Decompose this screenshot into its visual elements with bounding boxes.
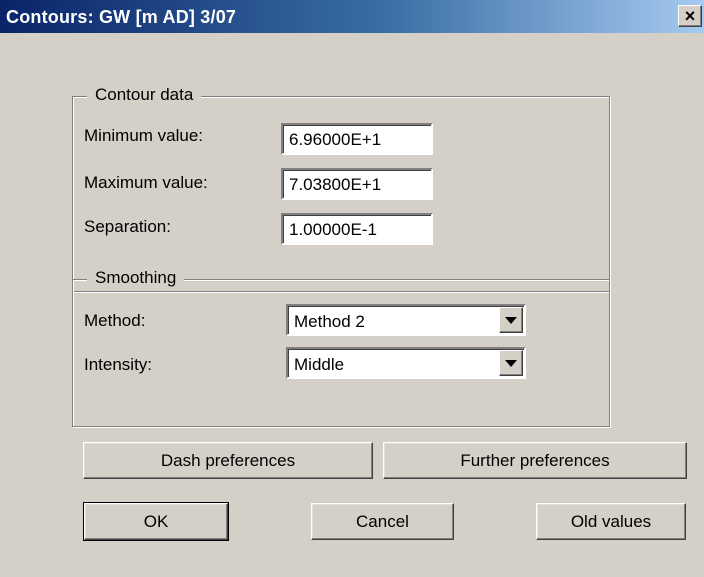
ok-button[interactable]: OK — [83, 502, 229, 541]
separation-field[interactable]: 1.00000E-1 — [281, 213, 433, 245]
maximum-value-label: Maximum value: — [84, 173, 208, 192]
title-bar: Contours: GW [m AD] 3/07 × — [0, 0, 704, 33]
method-dropdown-button[interactable] — [499, 307, 523, 333]
dialog-body: Contour data Minimum value: 6.96000E+1 M… — [0, 33, 704, 577]
window-title: Contours: GW [m AD] 3/07 — [6, 7, 237, 27]
intensity-label: Intensity: — [84, 355, 153, 374]
intensity-select[interactable]: Middle — [286, 347, 526, 379]
method-label: Method: — [84, 311, 146, 330]
method-value: Method 2 — [294, 312, 365, 331]
chevron-down-icon — [505, 359, 517, 367]
minimum-value-field[interactable]: 6.96000E+1 — [281, 123, 433, 155]
old-values-button[interactable]: Old values — [536, 503, 686, 540]
cancel-button[interactable]: Cancel — [311, 503, 454, 540]
intensity-value: Middle — [294, 355, 345, 374]
separation-label: Separation: — [84, 217, 171, 236]
contour-data-title: Contour data — [87, 85, 202, 105]
intensity-dropdown-button[interactable] — [499, 350, 523, 376]
method-select[interactable]: Method 2 — [286, 304, 526, 336]
chevron-down-icon — [505, 316, 517, 324]
close-button[interactable]: × — [678, 5, 702, 27]
smoothing-title: Smoothing — [87, 268, 185, 288]
further-preferences-button[interactable]: Further preferences — [383, 442, 687, 479]
close-icon: × — [684, 6, 696, 26]
dash-preferences-button[interactable]: Dash preferences — [83, 442, 373, 479]
maximum-value-field[interactable]: 7.03800E+1 — [281, 168, 433, 200]
minimum-value-label: Minimum value: — [84, 126, 204, 145]
